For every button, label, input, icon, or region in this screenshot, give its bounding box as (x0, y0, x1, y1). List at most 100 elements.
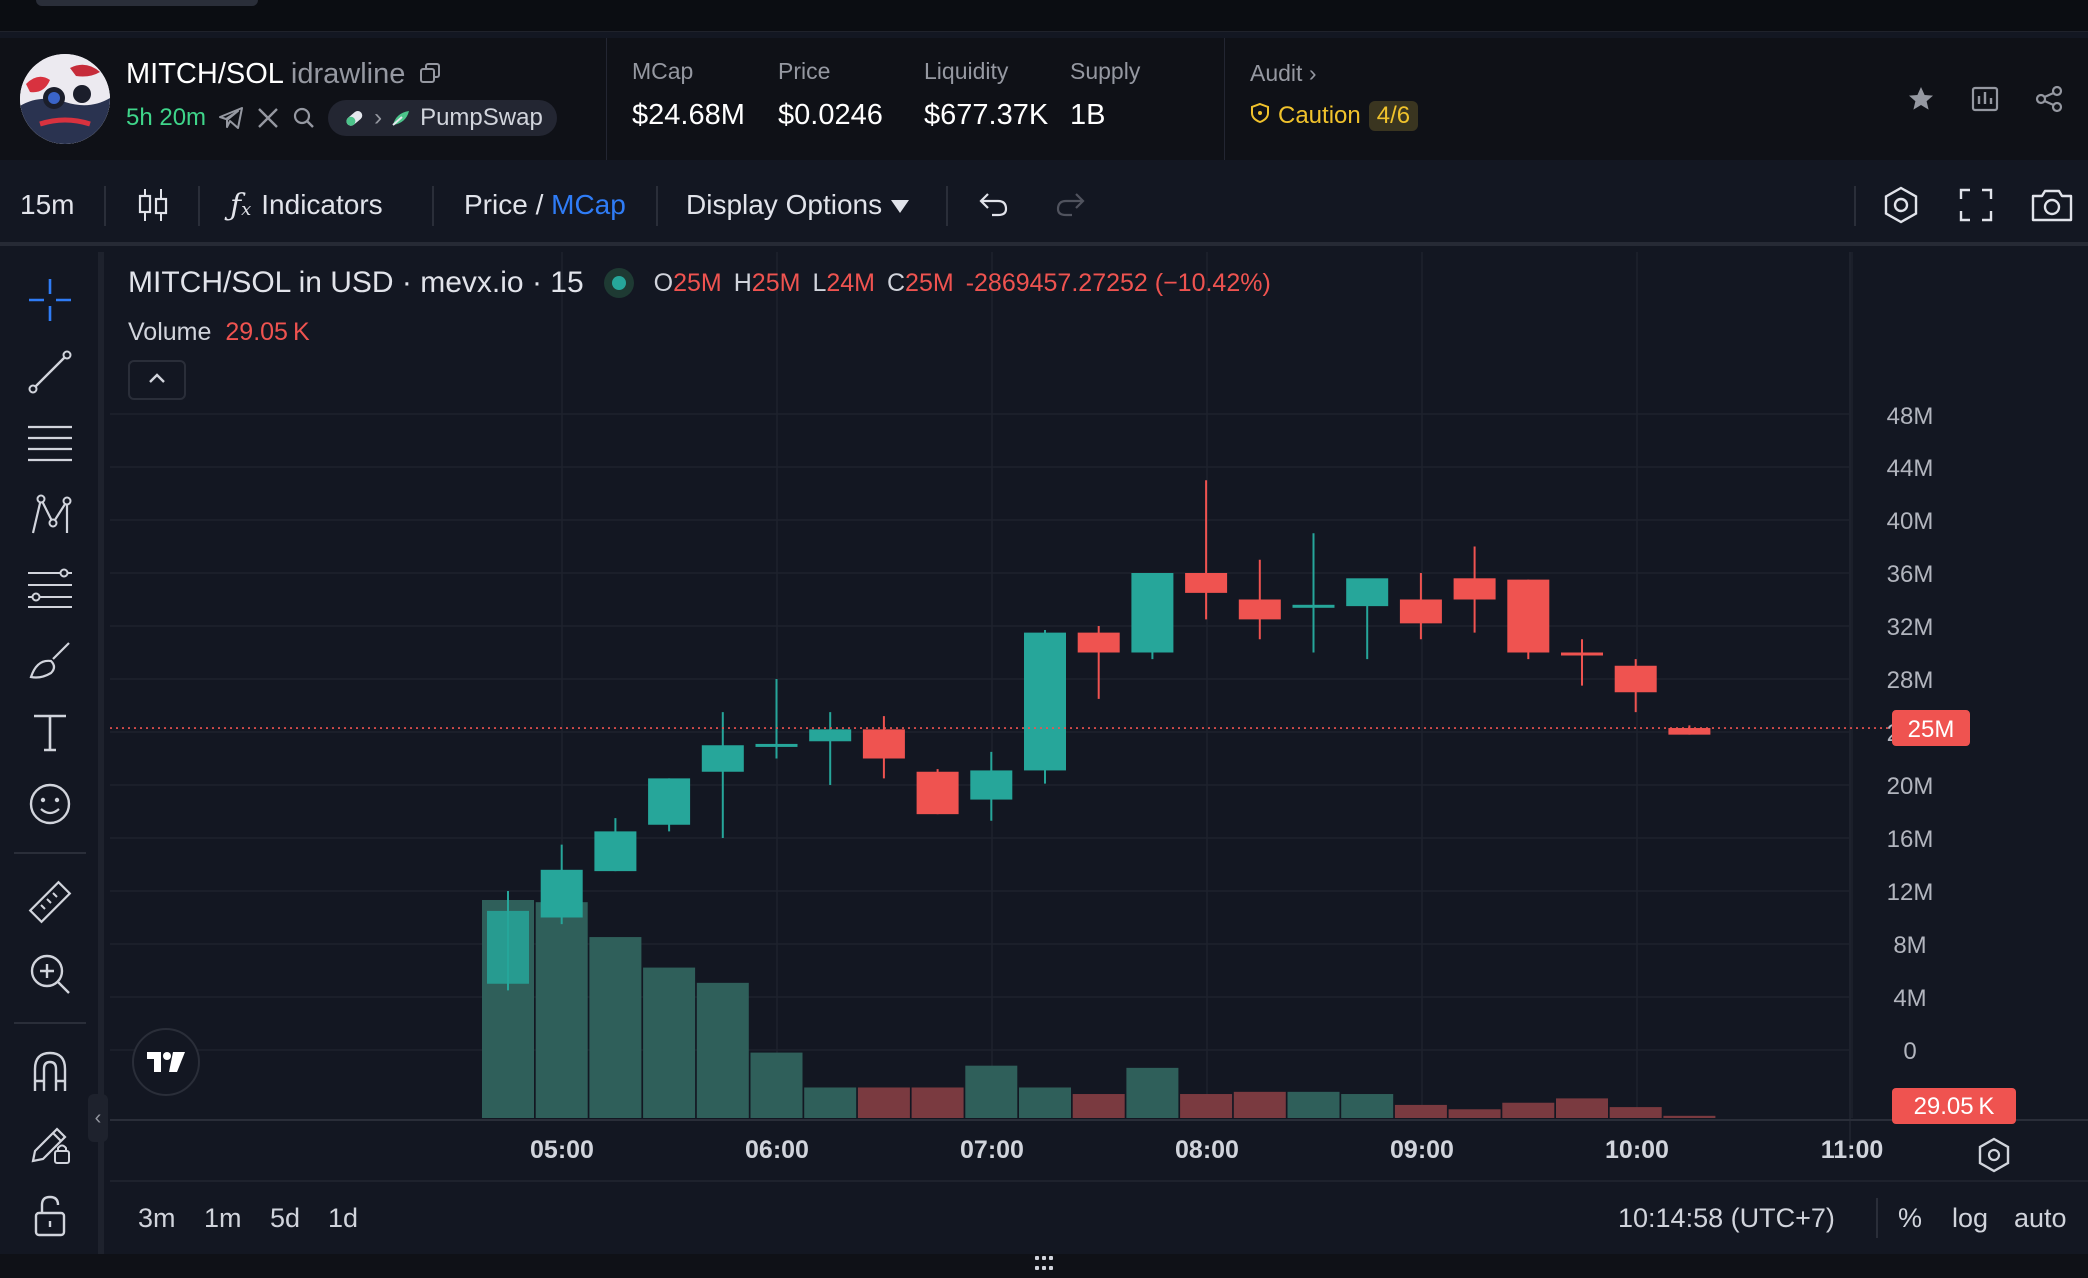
candle-body (1668, 728, 1711, 735)
token-avatar[interactable] (20, 54, 110, 144)
interval-selector[interactable]: 15m (20, 168, 74, 242)
mcap-option[interactable]: MCap (551, 189, 626, 221)
ohlc-close: 25M (905, 268, 954, 297)
crosshair-icon[interactable] (22, 272, 78, 328)
volume-label: Volume (128, 318, 212, 346)
volume-bar (1287, 1091, 1340, 1118)
range-1d[interactable]: 1d (328, 1182, 358, 1254)
volume-bar (857, 1087, 910, 1118)
fib-retracement-icon[interactable] (22, 560, 78, 616)
y-axis-tick-label: 48M (1887, 403, 1934, 430)
ruler-icon[interactable] (22, 874, 78, 930)
horizontal-lines-icon[interactable] (22, 416, 78, 472)
volume-bar (1502, 1102, 1555, 1118)
star-icon[interactable] (1906, 84, 1936, 119)
range-3m[interactable]: 3m (138, 1182, 176, 1254)
share-icon[interactable] (2034, 84, 2064, 119)
y-axis-tick-label: 32M (1887, 614, 1934, 641)
toolbar-divider (198, 186, 200, 226)
tab-handle (36, 0, 258, 6)
tradingview-logo[interactable] (132, 1028, 200, 1096)
auto-scale-toggle[interactable]: auto (2014, 1182, 2067, 1254)
range-5d[interactable]: 5d (270, 1182, 300, 1254)
volume-bar (965, 1065, 1018, 1118)
stat-value: 1B (1070, 99, 1106, 131)
volume-bar (643, 967, 696, 1118)
y-axis-tick-label: 4M (1893, 985, 1926, 1012)
ohlc-open: 25M (673, 268, 722, 297)
volume-bar (1394, 1104, 1447, 1118)
toolbar-divider (14, 852, 86, 854)
chevron-up-icon (147, 371, 167, 390)
candle-body (1346, 578, 1389, 607)
collapse-toolbar-button[interactable]: ‹ (88, 1094, 108, 1142)
telegram-icon[interactable] (218, 106, 244, 130)
price-option[interactable]: Price (464, 189, 528, 221)
creator-name: idrawline (290, 58, 406, 90)
magnet-icon[interactable] (22, 1044, 78, 1100)
stat-label: Price (778, 58, 831, 84)
stat-label: MCap (632, 58, 694, 84)
bottom-divider (1876, 1198, 1878, 1238)
x-axis-tick-label: 07:00 (960, 1136, 1024, 1164)
range-1m[interactable]: 1m (204, 1182, 242, 1254)
candle-body (648, 778, 691, 825)
search-icon[interactable] (292, 106, 316, 130)
volume-bar (911, 1087, 964, 1118)
text-tool-icon[interactable] (22, 704, 78, 760)
pattern-tool-icon[interactable] (22, 488, 78, 544)
ohlc-l-label: L (812, 268, 827, 297)
y-axis-tick-label: 36M (1887, 561, 1934, 588)
indicators-button[interactable]: ƒx Indicators (230, 168, 383, 242)
chart-canvas[interactable]: 48M44M40M36M32M28M24M20M16M12M8M4M0025M2… (110, 252, 2088, 1180)
toggle-slash: / (527, 189, 552, 220)
volume-bar (696, 982, 749, 1118)
candle-body (1131, 573, 1174, 653)
unlock-icon[interactable] (22, 1188, 78, 1244)
market-status-indicator (603, 268, 634, 298)
price-chart[interactable]: 48M44M40M36M32M28M24M20M16M12M8M4M0025M2… (110, 252, 2088, 1180)
dex-chip[interactable]: › PumpSwap (328, 100, 557, 136)
redo-icon[interactable] (1054, 168, 1086, 242)
candle-body (1292, 604, 1335, 608)
settings-gear-icon[interactable] (1880, 168, 1922, 242)
emoji-icon[interactable] (22, 776, 78, 832)
percent-scale-toggle[interactable]: % (1898, 1182, 1922, 1254)
chart-bottom-bar: 3m 1m 5d 1d 10:14:58 (UTC+7) % log auto (110, 1180, 2088, 1254)
toolbar-divider (946, 186, 948, 226)
trend-line-icon[interactable] (22, 344, 78, 400)
fullscreen-icon[interactable] (1958, 168, 1994, 242)
volume-bar (1341, 1094, 1394, 1118)
token-age: 5h 20m (126, 104, 207, 131)
zoom-in-icon[interactable] (22, 946, 78, 1002)
brush-icon[interactable] (22, 632, 78, 688)
audit-panel[interactable]: Audit › Caution 4/6 (1250, 60, 1419, 131)
log-scale-toggle[interactable]: log (1952, 1182, 1988, 1254)
lock-drawings-icon[interactable] (22, 1116, 78, 1172)
display-options-dropdown[interactable]: Display Options (686, 168, 910, 242)
candle-body (809, 729, 852, 742)
timezone-clock[interactable]: 10:14:58 (UTC+7) (1618, 1182, 1835, 1254)
price-mcap-toggle[interactable]: Price / MCap (464, 168, 626, 242)
y-axis-tick-label: 44M (1887, 455, 1934, 482)
stat-liquidity: Liquidity $677.37K (924, 58, 1048, 132)
copy-icon[interactable] (419, 59, 441, 92)
camera-icon[interactable] (2030, 168, 2074, 242)
chart-legend: MITCH/SOL in USD · mevx.io · 15 O25M H25… (128, 266, 1271, 300)
candle-body (540, 869, 583, 918)
x-twitter-icon[interactable] (256, 106, 280, 130)
toolbar-divider (104, 186, 106, 226)
undo-icon[interactable] (978, 168, 1010, 242)
last-volume-label: 29.05 K (1914, 1093, 1995, 1120)
candle-body (916, 771, 959, 815)
axis-settings-icon[interactable] (1978, 1137, 2010, 1173)
collapse-legend-button[interactable] (128, 360, 186, 400)
candle-body (487, 910, 529, 984)
volume-bar (1233, 1091, 1286, 1118)
caret-down-icon (890, 189, 910, 221)
candle-body (1238, 599, 1281, 620)
resize-grip-icon[interactable] (1032, 1256, 1056, 1272)
compare-chart-icon[interactable] (1970, 84, 2000, 119)
candle-type-icon[interactable] (136, 168, 170, 242)
header-divider (606, 38, 607, 160)
